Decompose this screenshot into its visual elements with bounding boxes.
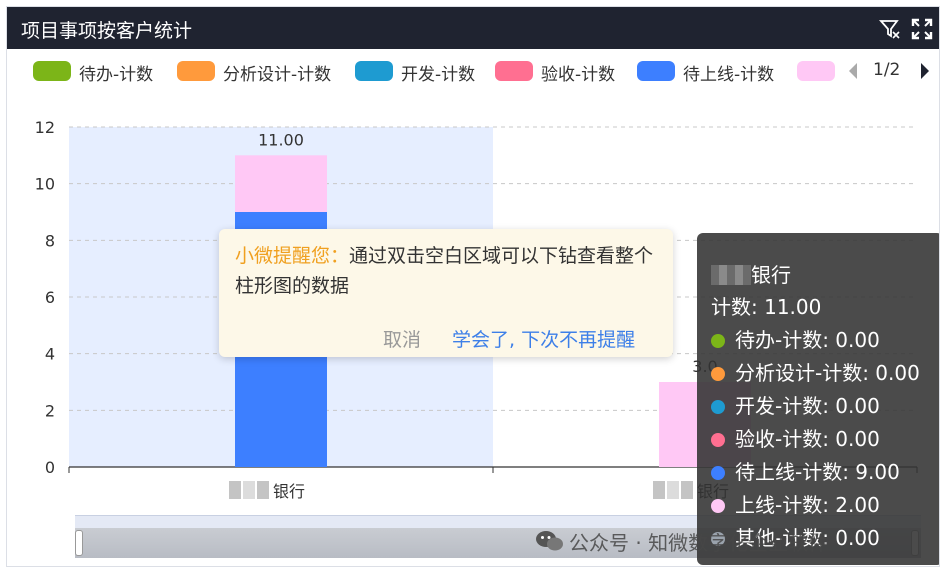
tooltip-category: 银行 — [711, 259, 791, 288]
tooltip-category-label: 银行 — [751, 263, 791, 287]
y-tick-label: 2 — [45, 401, 55, 420]
redacted-block — [667, 481, 679, 499]
y-tick-label: 4 — [45, 345, 55, 364]
tooltip-row-label: 分析设计-计数: 0.00 — [735, 361, 920, 385]
series-dot-icon — [711, 367, 725, 381]
tooltip-row: 验收-计数: 0.00 — [711, 423, 880, 452]
series-dot-icon — [711, 499, 725, 513]
hint-prefix: 小微提醒您： — [235, 245, 350, 267]
watermark-text: 公众号 · 知微数字化企业软件 — [569, 531, 829, 555]
zoom-handle-left[interactable] — [75, 530, 83, 556]
series-dot-icon — [711, 466, 725, 480]
tooltip-row: 分析设计-计数: 0.00 — [711, 357, 920, 386]
series-dot-icon — [711, 334, 725, 348]
redacted-block — [653, 481, 665, 499]
hint-tooltip: 小微提醒您：通过双击空白区域可以下钻查看整个柱形图的数据 取消 学会了, 下次不… — [219, 229, 673, 357]
redacted-block — [681, 481, 693, 499]
tooltip-row: 待上线-计数: 9.00 — [711, 456, 900, 485]
hint-cancel-button[interactable]: 取消 — [383, 325, 421, 352]
tooltip-row: 开发-计数: 0.00 — [711, 390, 880, 419]
tooltip-row-label: 开发-计数: 0.00 — [735, 394, 880, 418]
data-tooltip: 银行 计数: 11.00 待办-计数: 0.00 分析设计-计数: 0.00 开… — [697, 233, 939, 565]
tooltip-row: 待办-计数: 0.00 — [711, 324, 880, 353]
y-tick-label: 8 — [45, 231, 55, 250]
redacted-block — [711, 265, 751, 285]
redacted-block — [243, 481, 255, 499]
tooltip-row: 上线-计数: 2.00 — [711, 489, 880, 518]
tooltip-row-label: 待办-计数: 0.00 — [735, 328, 880, 352]
hint-confirm-button[interactable]: 学会了, 下次不再提醒 — [452, 325, 635, 352]
series-dot-icon — [711, 400, 725, 414]
y-tick-label: 0 — [45, 458, 55, 477]
x-category-label: 银行 — [273, 482, 305, 501]
chart-panel: 项目事项按客户统计 待办-计数 分析设计-计数 开发-计数 验收-计数 待上线-… — [6, 6, 940, 567]
y-tick-label: 10 — [35, 175, 55, 194]
redacted-block — [257, 481, 269, 499]
tooltip-total: 计数: 11.00 — [711, 295, 822, 319]
bar-total-label: 11.00 — [258, 130, 304, 149]
wechat-icon — [535, 529, 565, 553]
hint-message-block: 小微提醒您：通过双击空白区域可以下钻查看整个柱形图的数据 — [235, 241, 665, 301]
tooltip-row-label: 待上线-计数: 9.00 — [735, 460, 900, 484]
redacted-block — [229, 481, 241, 499]
y-tick-label: 6 — [45, 288, 55, 307]
bar-segment[interactable] — [235, 155, 327, 212]
tooltip-row-label: 上线-计数: 2.00 — [735, 493, 880, 517]
tooltip-row-label: 验收-计数: 0.00 — [735, 427, 880, 451]
y-tick-label: 12 — [35, 118, 55, 137]
series-dot-icon — [711, 433, 725, 447]
